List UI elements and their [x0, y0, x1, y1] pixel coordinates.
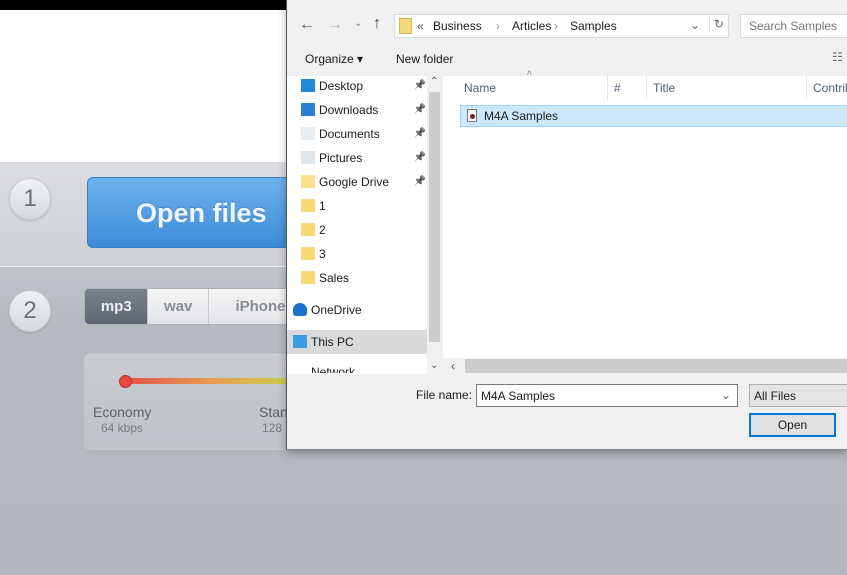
nav-item-label: Pictures	[319, 151, 363, 165]
column-title[interactable]: Title	[647, 76, 807, 100]
nav-item-label: 1	[319, 199, 326, 213]
pc-icon	[293, 335, 307, 348]
desktop-icon	[301, 79, 315, 92]
path-overflow[interactable]: «	[417, 19, 424, 33]
quality-standard-bitrate: 128	[262, 421, 283, 435]
new-folder-button[interactable]: New folder	[396, 52, 453, 66]
recent-dropdown-icon[interactable]: ⌄	[354, 18, 362, 29]
audio-file-icon	[467, 109, 477, 122]
up-icon[interactable]: ↑	[373, 15, 381, 33]
nav-item-onedrive[interactable]: OneDrive	[293, 299, 416, 321]
back-icon[interactable]: ←	[299, 16, 315, 34]
sort-ascending-icon: ^	[527, 70, 532, 81]
organize-menu[interactable]: Organize ▾	[305, 52, 363, 66]
file-name-input[interactable]: M4A Samples ⌄	[476, 384, 738, 407]
search-input[interactable]: Search Samples	[740, 14, 847, 38]
folder-icon	[301, 223, 315, 236]
file-name-value: M4A Samples	[481, 389, 556, 403]
nav-item-label: Sales	[319, 271, 350, 285]
pin-icon[interactable]: 📌	[414, 123, 426, 145]
slider-min-dot	[119, 375, 132, 388]
step-2-badge: 2	[9, 290, 51, 332]
nav-item-label: Downloads	[319, 103, 379, 117]
step-1-badge: 1	[9, 178, 51, 220]
breadcrumb-separator: ›	[496, 19, 500, 33]
nav-scroll-thumb[interactable]	[429, 92, 440, 342]
nav-item-google-drive[interactable]: Google Drive 📌	[301, 171, 426, 193]
tab-mp3[interactable]: mp3	[85, 289, 149, 324]
breadcrumb-separator: ›	[554, 19, 558, 33]
file-type-select[interactable]: All Files	[749, 384, 847, 407]
folder-icon	[301, 271, 315, 284]
file-name-label: File name:	[416, 388, 473, 402]
scroll-down-icon[interactable]: ⌄	[430, 360, 438, 371]
file-name: M4A Samples	[484, 109, 559, 123]
column-contributing[interactable]: Contril	[807, 76, 847, 100]
column-name[interactable]: Name	[458, 76, 608, 100]
horizontal-scroll-thumb[interactable]	[465, 359, 847, 373]
scroll-left-icon[interactable]: ‹	[451, 359, 455, 373]
folder-icon	[301, 247, 315, 260]
nav-item-network[interactable]: Network	[311, 361, 416, 373]
breadcrumb-articles[interactable]: Articles	[512, 19, 551, 33]
quality-economy-bitrate: 64 kbps	[101, 421, 144, 435]
nav-item-2[interactable]: 2	[301, 219, 424, 241]
pin-icon[interactable]: 📌	[414, 75, 426, 97]
address-dropdown-icon[interactable]: ⌄	[690, 18, 700, 32]
open-file-dialog: ← → ⌄ ↑ « Business › Articles › Samples …	[286, 0, 847, 450]
file-row[interactable]: M4A Samples	[460, 105, 847, 127]
nav-item-documents[interactable]: Documents 📌	[301, 123, 426, 145]
chevron-down-icon[interactable]: ⌄	[721, 388, 731, 402]
nav-item-label: 3	[319, 247, 326, 261]
pin-icon[interactable]: 📌	[414, 171, 426, 193]
nav-item-1[interactable]: 1	[301, 195, 424, 217]
quality-economy-label: Economy	[93, 404, 152, 420]
address-bar[interactable]: « Business › Articles › Samples ⌄ ↻	[394, 14, 729, 38]
breadcrumb-business[interactable]: Business	[433, 19, 482, 33]
open-files-button[interactable]: Open files	[87, 177, 317, 248]
folder-icon	[301, 199, 315, 212]
nav-item-this-pc[interactable]: This PC	[293, 331, 416, 353]
pictures-icon	[301, 151, 315, 164]
nav-item-sales[interactable]: Sales	[301, 267, 424, 289]
open-button[interactable]: Open	[749, 413, 836, 437]
google-drive-icon	[301, 175, 315, 188]
pin-icon[interactable]: 📌	[414, 99, 426, 121]
documents-icon	[301, 127, 315, 140]
folder-icon	[399, 18, 412, 34]
tab-wav[interactable]: wav	[148, 289, 209, 324]
onedrive-icon	[293, 303, 307, 316]
nav-item-label: OneDrive	[311, 303, 362, 317]
forward-icon[interactable]: →	[327, 16, 343, 34]
nav-item-downloads[interactable]: Downloads 📌	[301, 99, 426, 121]
nav-item-label: Google Drive	[319, 175, 390, 189]
nav-item-desktop[interactable]: Desktop 📌	[301, 75, 426, 97]
column-number[interactable]: #	[608, 76, 647, 100]
view-options-icon[interactable]: ☷	[832, 50, 843, 64]
refresh-icon[interactable]: ↻	[709, 17, 724, 31]
nav-item-3[interactable]: 3	[301, 243, 424, 265]
nav-item-label: This PC	[311, 335, 354, 349]
scroll-up-icon[interactable]: ⌃	[430, 76, 438, 87]
download-icon	[301, 103, 315, 116]
nav-item-label: 2	[319, 223, 326, 237]
pin-icon[interactable]: 📌	[414, 147, 426, 169]
nav-item-label: Desktop	[319, 79, 364, 93]
nav-item-label: Documents	[319, 127, 380, 141]
nav-item-pictures[interactable]: Pictures 📌	[301, 147, 426, 169]
breadcrumb-samples[interactable]: Samples	[570, 19, 617, 33]
quality-slider[interactable]	[125, 378, 295, 384]
nav-item-label: Network	[311, 365, 356, 373]
quality-standard-label: Stan	[259, 404, 288, 420]
